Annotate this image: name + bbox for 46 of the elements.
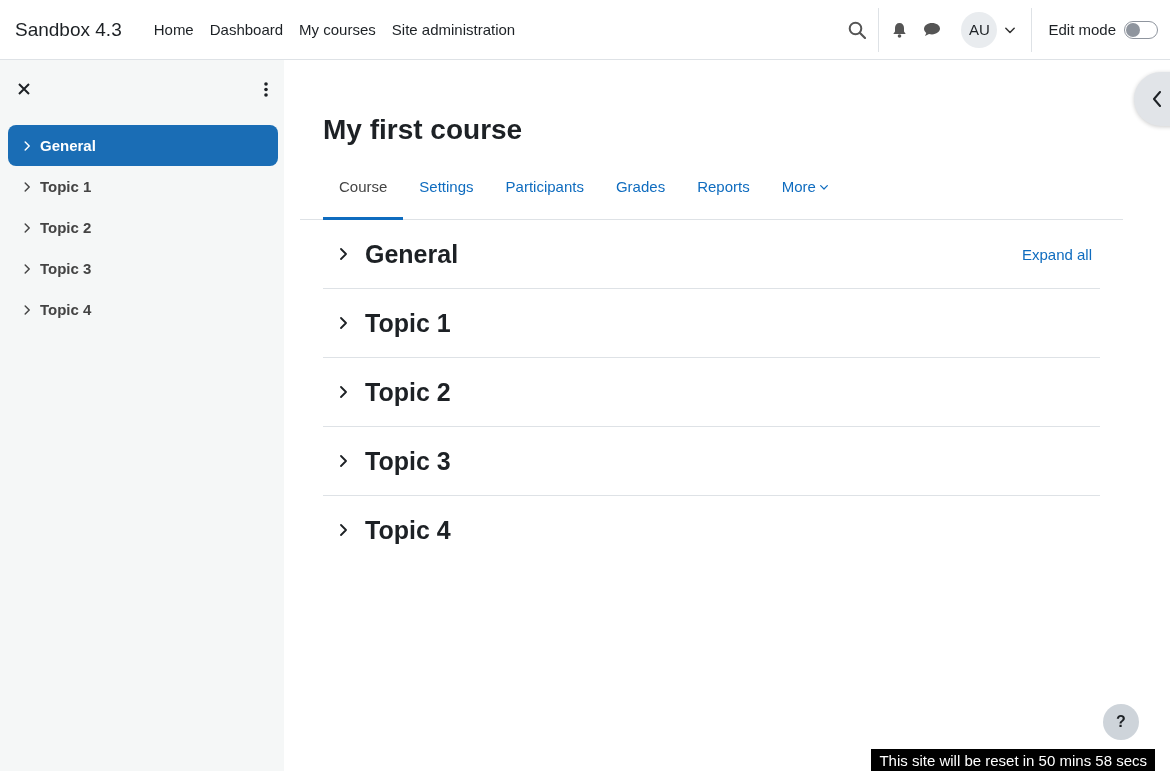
chevron-icon [22, 303, 30, 316]
section-title[interactable]: Topic 4 [365, 515, 1100, 545]
edit-mode-toggle[interactable] [1124, 20, 1158, 39]
section-title[interactable]: Topic 2 [365, 377, 1100, 407]
course-tab[interactable]: More [765, 165, 844, 220]
edit-mode-label: Edit mode [1048, 21, 1116, 38]
section-title[interactable]: General [365, 239, 1022, 269]
chevron-icon [22, 139, 30, 152]
chat-bubble-icon[interactable] [923, 22, 942, 37]
course-tab[interactable]: Reports [681, 165, 766, 220]
chevron-icon[interactable] [337, 246, 347, 262]
caret-icon [819, 182, 828, 191]
course-title: My first course [323, 113, 524, 147]
course-index-item[interactable]: Topic 2 [8, 207, 278, 248]
course-index-item[interactable]: General [8, 125, 278, 166]
nav-link[interactable]: Dashboard [201, 13, 292, 46]
course-tab[interactable]: Course [323, 165, 404, 220]
help-button[interactable]: ? [1103, 704, 1139, 740]
drawer-toggle-button[interactable] [1134, 72, 1170, 126]
site-name[interactable]: Sandbox 4.3 [15, 18, 122, 41]
nav-link[interactable]: Home [145, 13, 202, 46]
course-tab[interactable]: Participants [489, 165, 600, 220]
course-index-item[interactable]: Topic 3 [8, 248, 278, 289]
nav-link[interactable]: My courses [291, 13, 384, 46]
chevron-icon[interactable] [337, 453, 347, 469]
course-tab[interactable]: Settings [403, 165, 490, 220]
reset-notice: This site will be reset in 50 mins 58 secs [871, 749, 1155, 771]
bell-icon[interactable] [892, 21, 908, 38]
section-title[interactable]: Topic 1 [365, 308, 1100, 338]
chevron-left-icon [1152, 91, 1162, 107]
chevron-icon[interactable] [337, 315, 347, 331]
user-avatar[interactable]: AU [961, 11, 998, 48]
chevron-icon [22, 180, 30, 193]
chevron-icon[interactable] [337, 384, 347, 400]
chevron-icon[interactable] [337, 522, 347, 538]
chevron-icon [22, 221, 30, 234]
section-title[interactable]: Topic 3 [365, 446, 1100, 476]
course-index-item[interactable]: Topic 4 [8, 289, 278, 330]
nav-link[interactable]: Site administration [383, 13, 524, 46]
course-tab[interactable]: Grades [599, 165, 682, 220]
course-index-item[interactable]: Topic 1 [8, 166, 278, 207]
expand-all-link[interactable]: Expand all [1021, 245, 1092, 263]
close-icon[interactable] [18, 83, 30, 95]
search-icon[interactable] [848, 20, 867, 39]
more-options-icon[interactable] [264, 81, 268, 97]
chevron-icon [22, 262, 30, 275]
